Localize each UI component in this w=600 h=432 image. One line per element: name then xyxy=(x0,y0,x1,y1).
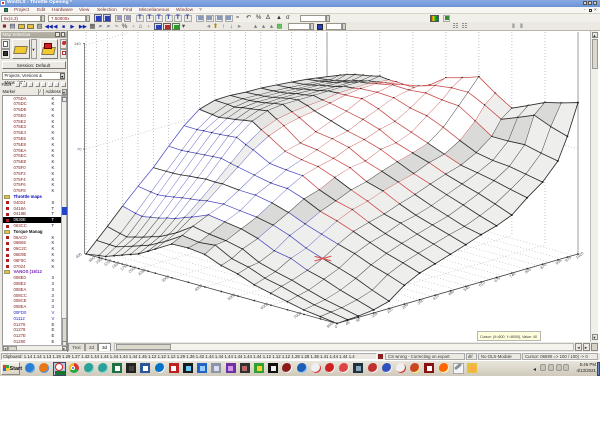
svg-text:70: 70 xyxy=(77,147,82,152)
svg-text:140: 140 xyxy=(74,41,81,46)
svg-text:0: 0 xyxy=(334,324,339,330)
svg-text:Cursor: (X=600, Y=8000), Value: Cursor: (X=600, Y=8000), Value: 40 xyxy=(480,335,537,339)
svg-text:400: 400 xyxy=(75,251,84,259)
svg-text:1020: 1020 xyxy=(575,250,586,260)
svg-text:45: 45 xyxy=(344,320,350,327)
